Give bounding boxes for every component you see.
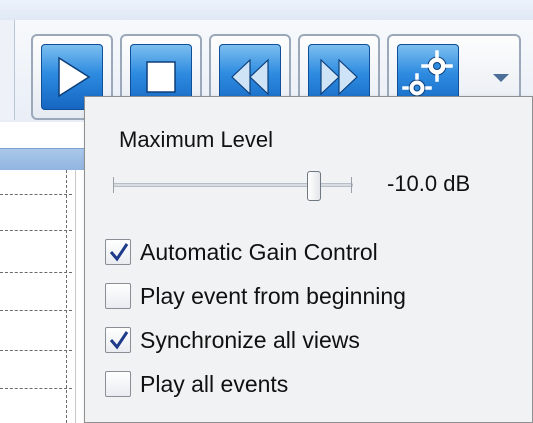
option-label: Automatic Gain Control (140, 238, 378, 265)
maximum-level-value: -10.0 dB (387, 171, 471, 196)
slider-tick-end (351, 177, 352, 193)
playback-options-popup: Maximum Level -10.0 dB Automatic Gain Co… (84, 96, 533, 423)
option-automatic-gain-control[interactable]: Automatic Gain Control (105, 236, 378, 268)
grid-line (0, 230, 72, 231)
option-label: Play event from beginning (140, 282, 406, 309)
toolbar-left-edge (0, 20, 15, 120)
maximum-level-slider[interactable] (113, 171, 353, 201)
grid-divider (75, 170, 76, 423)
grid-line (0, 350, 72, 351)
grid-pane (0, 170, 84, 423)
maximum-level-label: Maximum Level (119, 127, 274, 152)
option-label: Play all events (140, 370, 289, 397)
slider-thumb[interactable] (307, 171, 321, 201)
check-icon (109, 331, 129, 350)
option-play-all-events[interactable]: Play all events (105, 368, 288, 400)
grid-line (0, 272, 72, 273)
option-play-event-from-beginning[interactable]: Play event from beginning (105, 280, 406, 312)
grid-line (0, 310, 72, 311)
check-icon (109, 243, 129, 262)
grid-line (0, 388, 72, 389)
checkbox[interactable] (105, 239, 131, 265)
checkbox[interactable] (105, 283, 131, 309)
option-label: Synchronize all views (140, 326, 360, 353)
list-header (0, 148, 84, 171)
chevron-down-icon[interactable] (493, 74, 509, 82)
window-top-strip (0, 0, 533, 21)
grid-line (0, 194, 72, 195)
checkbox[interactable] (105, 371, 131, 397)
slider-tick-start (113, 177, 114, 193)
checkbox[interactable] (105, 327, 131, 353)
grid-divider (66, 170, 67, 423)
option-synchronize-all-views[interactable]: Synchronize all views (105, 324, 360, 356)
